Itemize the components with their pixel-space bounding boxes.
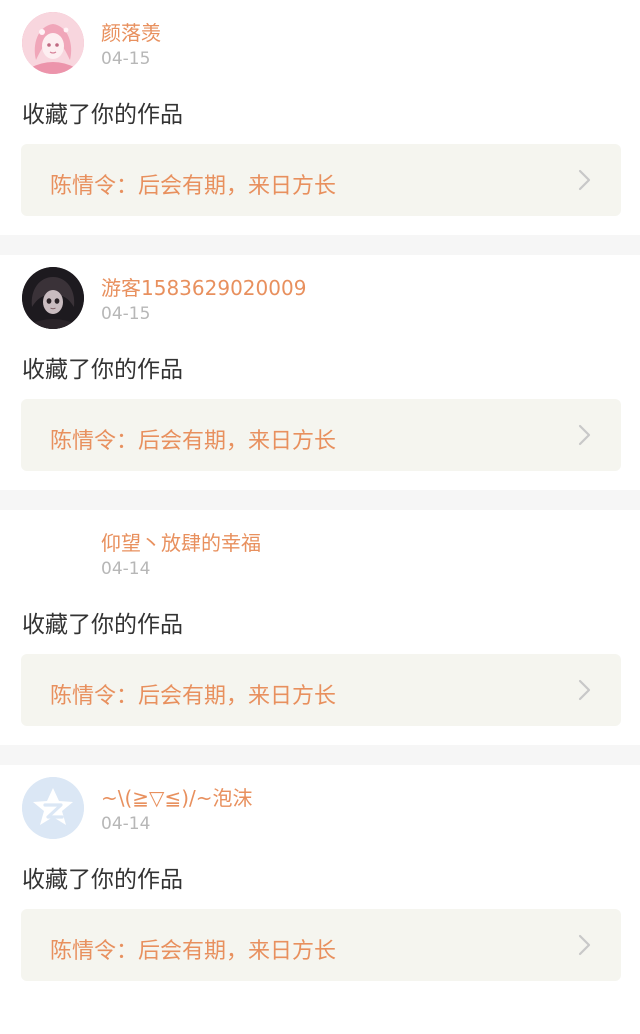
username[interactable]: 颜落羡 [101, 17, 161, 46]
action-text: 收藏了你的作品 [22, 102, 183, 128]
chevron-right-icon [578, 679, 591, 701]
divider [0, 490, 640, 510]
chevron-right-icon [578, 934, 591, 956]
timestamp: 04-14 [101, 814, 151, 834]
action-text: 收藏了你的作品 [22, 612, 183, 638]
dark-doll-avatar-icon [22, 267, 84, 329]
chevron-right-icon [578, 424, 591, 446]
work-title: 陈情令：后会有期，来日方长 [50, 684, 337, 709]
chevron-right-icon [578, 169, 591, 191]
work-title: 陈情令：后会有期，来日方长 [50, 429, 337, 454]
timestamp: 04-14 [101, 559, 151, 579]
notification-card: 游客1583629020009 04-15 收藏了你的作品 陈情令：后会有期，来… [0, 255, 640, 490]
notification-card: 仰望丶放肆的幸福 04-14 收藏了你的作品 陈情令：后会有期，来日方长 [0, 510, 640, 745]
work-link[interactable]: 陈情令：后会有期，来日方长 [21, 144, 621, 216]
divider [0, 745, 640, 765]
avatar[interactable] [22, 522, 84, 584]
work-link[interactable]: 陈情令：后会有期，来日方长 [21, 909, 621, 981]
work-title: 陈情令：后会有期，来日方长 [50, 939, 337, 964]
action-text: 收藏了你的作品 [22, 357, 183, 383]
avatar[interactable] [22, 777, 84, 839]
notification-card: 颜落羡 04-15 收藏了你的作品 陈情令：后会有期，来日方长 [0, 0, 640, 235]
username[interactable]: ~\(≧▽≦)/~泡沫 [101, 782, 253, 811]
divider [0, 235, 640, 255]
timestamp: 04-15 [101, 49, 151, 69]
timestamp: 04-15 [101, 304, 151, 324]
qzone-star-avatar-icon [22, 777, 84, 839]
avatar[interactable] [22, 267, 84, 329]
notification-card: ~\(≧▽≦)/~泡沫 04-14 收藏了你的作品 陈情令：后会有期，来日方长 [0, 765, 640, 1000]
work-link[interactable]: 陈情令：后会有期，来日方长 [21, 399, 621, 471]
notification-feed: 颜落羡 04-15 收藏了你的作品 陈情令：后会有期，来日方长 游客158362… [0, 0, 640, 1000]
action-text: 收藏了你的作品 [22, 867, 183, 893]
work-title: 陈情令：后会有期，来日方长 [50, 174, 337, 199]
username[interactable]: 仰望丶放肆的幸福 [101, 527, 261, 556]
avatar[interactable] [22, 12, 84, 74]
anime-girl-pink-avatar-icon [22, 12, 84, 74]
username[interactable]: 游客1583629020009 [101, 272, 306, 301]
work-link[interactable]: 陈情令：后会有期，来日方长 [21, 654, 621, 726]
